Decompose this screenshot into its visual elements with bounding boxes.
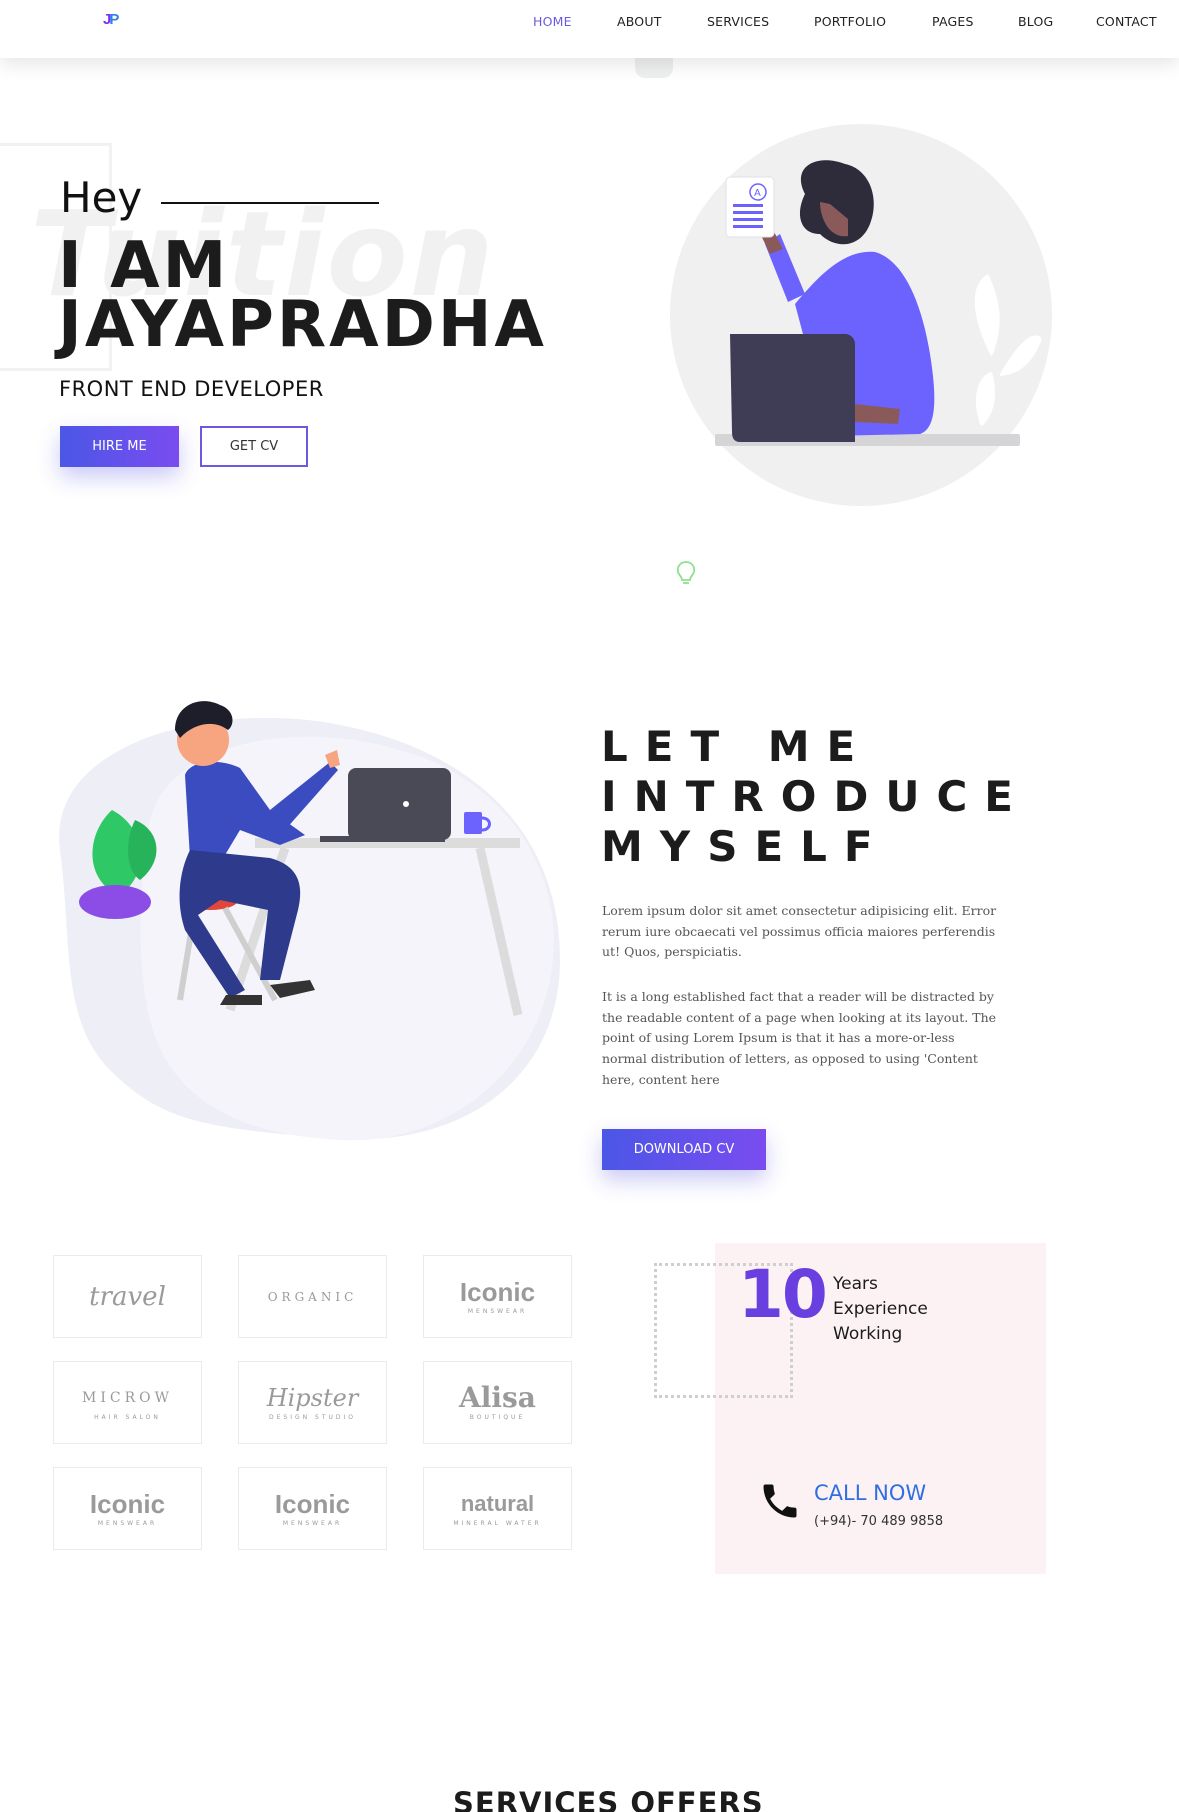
about-paragraph-1: Lorem ipsum dolor sit amet consectetur a… <box>602 903 997 960</box>
client-logo-iconic[interactable]: Iconic MENSWEAR <box>53 1467 202 1550</box>
client-logo-iconic[interactable]: Iconic MENSWEAR <box>238 1467 387 1550</box>
client-logo-iconic[interactable]: Iconic MENSWEAR <box>423 1255 572 1338</box>
client-logo-subtext: DESIGN STUDIO <box>268 1414 356 1421</box>
nav-home[interactable]: HOME <box>533 14 572 29</box>
about-title-line1: LET ME <box>601 722 873 771</box>
about-title: LET ME INTRODUCE MYSELF <box>601 722 1030 872</box>
phone-number: (+94)- 70 489 9858 <box>814 1514 944 1529</box>
services-section-title: SERVICES OFFERS <box>453 1786 764 1812</box>
hero-greeting: Hey <box>60 173 143 222</box>
about-title-line2: INTRODUCE <box>601 772 1030 821</box>
experience-years: 10 <box>738 1256 828 1333</box>
about-title-line3: MYSELF <box>601 822 890 871</box>
nav-about[interactable]: ABOUT <box>617 14 662 29</box>
nav-pages[interactable]: PAGES <box>932 14 974 29</box>
client-logo-subtext: BOUTIQUE <box>469 1414 526 1421</box>
nav-blog[interactable]: BLOG <box>1018 14 1053 29</box>
client-logo-text: Iconic <box>274 1489 351 1519</box>
logo-letter-p: P <box>109 11 119 28</box>
get-cv-button[interactable]: GET CV <box>200 426 308 467</box>
decorative-bump <box>635 56 673 78</box>
nav-services[interactable]: SERVICES <box>707 14 769 29</box>
client-logo-natural[interactable]: natural MINERAL WATER <box>423 1467 572 1550</box>
client-logo-text: travel <box>89 1281 166 1312</box>
client-logo-text: Hipster <box>266 1384 359 1412</box>
about-paragraph-2: It is a long established fact that a rea… <box>602 989 997 1087</box>
client-logo-subtext: HAIR SALON <box>94 1414 161 1421</box>
client-logo-hipster[interactable]: Hipster DESIGN STUDIO <box>238 1361 387 1444</box>
hero-woman-laptop-illustration: A <box>715 160 1042 446</box>
client-logo-text: ORGANIC <box>267 1289 358 1304</box>
hero-role: FRONT END DEVELOPER <box>59 377 324 401</box>
developer-desk-illustration <box>59 701 561 1141</box>
site-logo[interactable]: JP <box>103 11 119 28</box>
client-logo-subtext: MENSWEAR <box>97 1520 158 1527</box>
client-logo-text: Iconic <box>89 1489 166 1519</box>
client-logo-text: Iconic <box>459 1277 536 1307</box>
experience-label-line3: Working <box>833 1324 903 1344</box>
client-logo-subtext: MINERAL WATER <box>453 1520 542 1527</box>
client-logo-subtext: MENSWEAR <box>467 1308 528 1315</box>
nav-portfolio[interactable]: PORTFOLIO <box>814 14 886 29</box>
nav-contact[interactable]: CONTACT <box>1096 14 1157 29</box>
client-logo-alisa[interactable]: Alisa BOUTIQUE <box>423 1361 572 1444</box>
greeting-underline <box>161 202 379 204</box>
client-logo-text: Alisa <box>459 1381 536 1414</box>
client-logo-microw[interactable]: MICROW HAIR SALON <box>53 1361 202 1444</box>
client-logo-text: natural <box>460 1491 535 1516</box>
client-logo-travel[interactable]: travel <box>53 1255 202 1338</box>
experience-label-line1: Years <box>833 1274 878 1294</box>
experience-label: Years Experience Working <box>833 1272 928 1347</box>
phone-icon[interactable] <box>758 1479 802 1523</box>
client-logo-subtext: MENSWEAR <box>282 1520 343 1527</box>
experience-label-line2: Experience <box>833 1299 928 1319</box>
hero-name-line2: JAYAPRADHA <box>58 288 547 362</box>
client-logo-text: MICROW <box>82 1390 173 1406</box>
call-now-link[interactable]: CALL NOW <box>814 1481 926 1505</box>
hire-me-button[interactable]: HIRE ME <box>60 426 179 467</box>
top-navbar: JP HOME ABOUT SERVICES PORTFOLIO PAGES B… <box>0 0 1179 58</box>
client-logo-organic[interactable]: ORGANIC <box>238 1255 387 1338</box>
download-cv-button[interactable]: DOWNLOAD CV <box>602 1129 766 1170</box>
lightbulb-icon <box>676 561 696 584</box>
svg-text:A: A <box>754 188 761 199</box>
